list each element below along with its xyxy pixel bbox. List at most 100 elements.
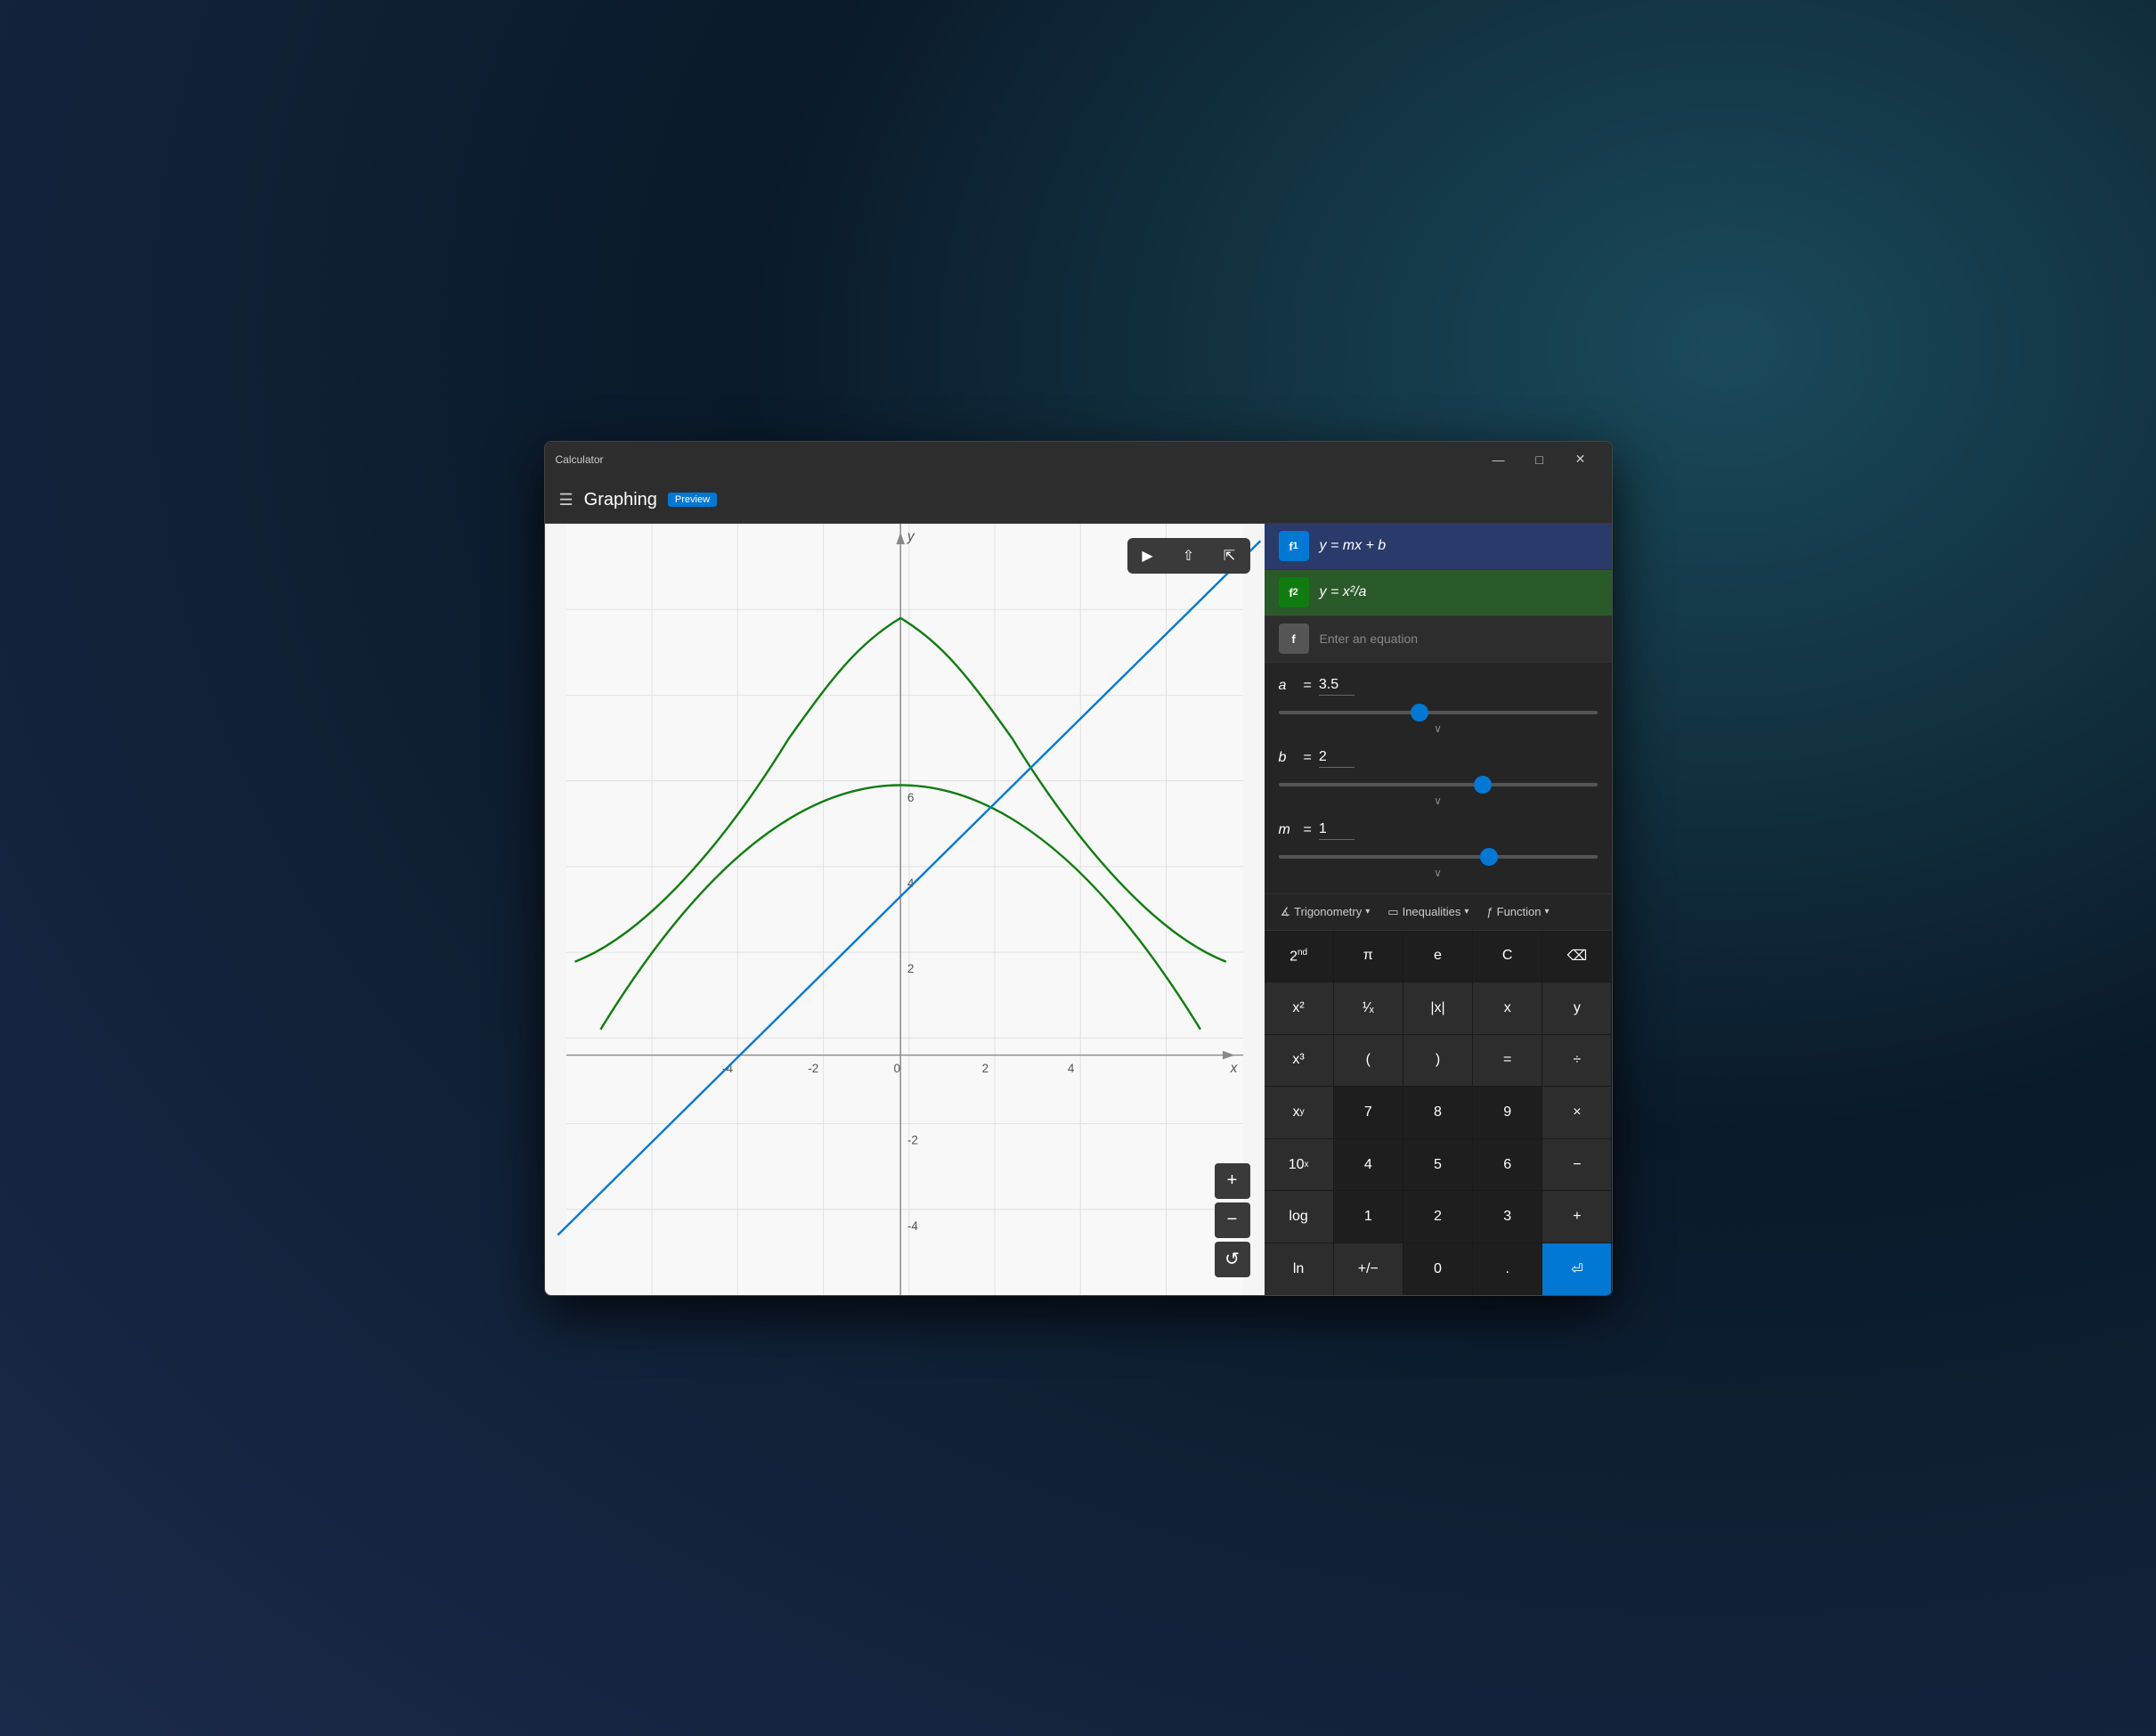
key-2nd[interactable]: 2nd [1265,931,1333,982]
zoom-out-button[interactable]: − [1215,1202,1250,1238]
var-a-value: 3.5 [1319,677,1355,696]
var-a-name: a [1279,678,1297,694]
var-b-value: 2 [1319,749,1355,768]
key-close-paren[interactable]: ) [1403,1035,1472,1087]
svg-text:-2: -2 [907,1133,917,1146]
key-open-paren[interactable]: ( [1334,1035,1403,1087]
key-equals[interactable]: = [1473,1035,1542,1087]
f2-badge: f2 [1279,577,1309,607]
key-one-over-x[interactable]: ¹⁄ₓ [1334,982,1403,1034]
key-backspace[interactable]: ⌫ [1542,931,1611,982]
variable-a-row: a = 3.5 ∨ [1279,677,1598,735]
key-abs-x[interactable]: |x| [1403,982,1472,1034]
key-5[interactable]: 5 [1403,1139,1472,1191]
function-button[interactable]: ƒ Function ▾ [1481,901,1554,922]
var-b-equals: = [1304,750,1312,766]
key-9[interactable]: 9 [1473,1087,1542,1138]
trig-icon: ∡ [1281,905,1291,919]
app-header: ☰ Graphing Preview [545,477,1612,524]
svg-text:x: x [1229,1060,1238,1075]
graph-area: y x -4 -2 0 2 4 2 4 6 -2 -4 [545,524,1265,1295]
key-decimal[interactable]: . [1473,1243,1542,1295]
key-8[interactable]: 8 [1403,1087,1472,1138]
key-ln[interactable]: ln [1265,1243,1333,1295]
key-grid: 2nd π e C ⌫ x² ¹⁄ₓ |x| x y x³ ( ) = ÷ [1265,931,1612,1295]
share-tool-button[interactable]: ⇧ [1168,538,1209,574]
var-a-expand[interactable]: ∨ [1279,722,1598,735]
key-enter[interactable]: ⏎ [1542,1243,1611,1295]
key-0[interactable]: 0 [1403,1243,1472,1295]
var-m-equals: = [1304,822,1312,838]
trig-chevron-icon: ▾ [1365,907,1370,917]
key-divide[interactable]: ÷ [1542,1035,1611,1087]
key-10-to-x[interactable]: 10x [1265,1139,1333,1191]
zoom-in-button[interactable]: + [1215,1163,1250,1199]
var-m-expand[interactable]: ∨ [1279,867,1598,879]
svg-text:-2: -2 [808,1061,818,1074]
window-controls: — □ ✕ [1478,442,1601,477]
svg-text:2: 2 [907,962,914,975]
window-title: Calculator [556,453,1478,466]
graph-svg: y x -4 -2 0 2 4 2 4 6 -2 -4 [545,524,1265,1295]
titlebar: Calculator — □ ✕ [545,442,1612,477]
function-item-f1[interactable]: f1 y = mx + b [1265,524,1612,570]
var-a-slider[interactable] [1279,711,1598,714]
graph-toolbar: ▶ ⇧ ⇱ [1127,538,1250,574]
fullscreen-tool-button[interactable]: ⇱ [1209,538,1250,574]
variable-m-row: m = 1 ∨ [1279,821,1598,879]
key-1[interactable]: 1 [1334,1191,1403,1243]
key-clear[interactable]: C [1473,931,1542,982]
key-pi[interactable]: π [1334,931,1403,982]
var-b-slider[interactable] [1279,783,1598,786]
f1-equation: y = mx + b [1320,538,1387,554]
minimize-button[interactable]: — [1478,442,1519,477]
inequalities-button[interactable]: ▭ Inequalities ▾ [1382,901,1474,923]
svg-text:y: y [906,529,915,544]
function-item-f2[interactable]: f2 y = x²/a [1265,570,1612,616]
var-m-label-row: m = 1 [1279,821,1598,840]
ineq-chevron-icon: ▾ [1464,907,1469,917]
f3-input: Enter an equation [1320,632,1419,646]
var-a-equals: = [1304,678,1312,694]
maximize-button[interactable]: □ [1519,442,1560,477]
trig-button[interactable]: ∡ Trigonometry ▾ [1275,901,1376,923]
key-y[interactable]: y [1542,982,1611,1034]
key-x-to-y[interactable]: xy [1265,1087,1333,1138]
key-7[interactable]: 7 [1334,1087,1403,1138]
key-x[interactable]: x [1473,982,1542,1034]
key-x-cubed[interactable]: x³ [1265,1035,1333,1087]
key-subtract[interactable]: − [1542,1139,1611,1191]
var-a-slider-container [1279,703,1598,719]
key-plus-minus[interactable]: +/− [1334,1243,1403,1295]
func-toolbar: ∡ Trigonometry ▾ ▭ Inequalities ▾ ƒ Func… [1265,894,1612,931]
var-m-slider-container [1279,847,1598,863]
var-b-slider-container [1279,775,1598,791]
key-4[interactable]: 4 [1334,1139,1403,1191]
key-6[interactable]: 6 [1473,1139,1542,1191]
close-button[interactable]: ✕ [1560,442,1601,477]
key-3[interactable]: 3 [1473,1191,1542,1243]
func-chevron-icon: ▾ [1545,907,1550,917]
f3-badge: f [1279,623,1309,654]
key-multiply[interactable]: × [1542,1087,1611,1138]
variable-b-row: b = 2 ∨ [1279,749,1598,807]
hamburger-icon[interactable]: ☰ [559,491,574,509]
ineq-icon: ▭ [1387,905,1398,919]
key-2[interactable]: 2 [1403,1191,1472,1243]
key-x-squared[interactable]: x² [1265,982,1333,1034]
keypad-section: ∡ Trigonometry ▾ ▭ Inequalities ▾ ƒ Func… [1265,894,1612,1295]
main-content: y x -4 -2 0 2 4 2 4 6 -2 -4 [545,524,1612,1295]
f1-badge: f1 [1279,531,1309,561]
svg-text:4: 4 [1067,1061,1074,1074]
right-panel: f1 y = mx + b f2 y = x²/a f Enter an equ… [1265,524,1612,1295]
cursor-tool-button[interactable]: ▶ [1127,538,1168,574]
key-e[interactable]: e [1403,931,1472,982]
function-item-f3[interactable]: f Enter an equation [1265,616,1612,663]
reset-zoom-button[interactable]: ↺ [1215,1242,1250,1277]
func-icon: ƒ [1486,905,1493,918]
var-b-expand[interactable]: ∨ [1279,795,1598,807]
key-log[interactable]: log [1265,1191,1333,1243]
key-add[interactable]: + [1542,1191,1611,1243]
var-m-slider[interactable] [1279,855,1598,859]
preview-badge: Preview [668,493,717,507]
